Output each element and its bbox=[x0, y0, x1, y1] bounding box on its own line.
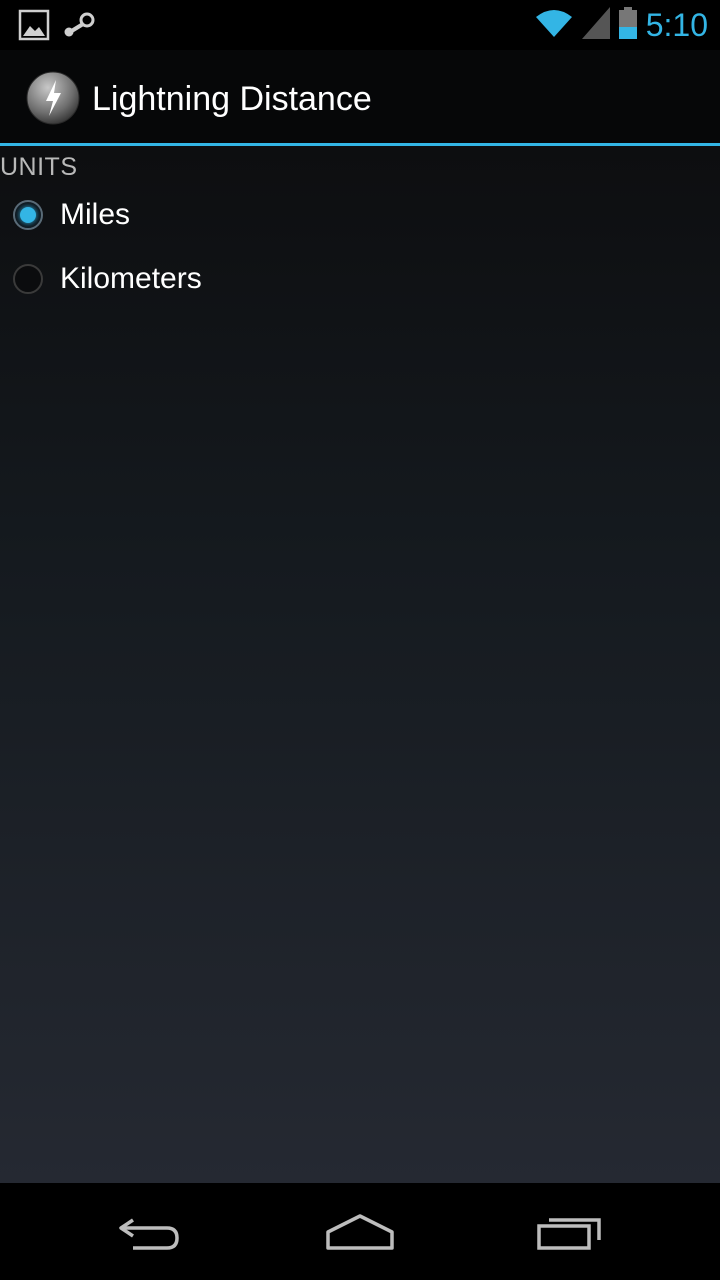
home-button[interactable] bbox=[315, 1209, 405, 1259]
home-icon bbox=[324, 1212, 396, 1257]
gallery-notification-icon bbox=[18, 9, 50, 46]
navigation-bar bbox=[0, 1183, 720, 1280]
radio-label-miles: Miles bbox=[60, 198, 131, 231]
wifi-icon bbox=[534, 7, 574, 44]
lightning-bolt-icon[interactable] bbox=[26, 68, 80, 126]
radio-option-miles[interactable]: Miles bbox=[0, 186, 720, 250]
radio-option-kilometers[interactable]: Kilometers bbox=[0, 250, 720, 314]
radio-label-kilometers: Kilometers bbox=[60, 262, 202, 295]
battery-icon bbox=[618, 6, 638, 44]
signal-icon bbox=[581, 6, 610, 44]
recents-button[interactable] bbox=[525, 1209, 615, 1259]
app-title: Lightning Distance bbox=[92, 80, 372, 118]
back-icon bbox=[117, 1212, 183, 1257]
radio-button-checked[interactable] bbox=[13, 200, 43, 230]
status-bar: 5:10 bbox=[0, 0, 720, 50]
back-button[interactable] bbox=[105, 1209, 195, 1259]
steam-notification-icon bbox=[62, 12, 96, 43]
units-section-header: UNITS bbox=[0, 153, 78, 181]
notification-icons bbox=[18, 9, 96, 46]
action-bar: Lightning Distance bbox=[0, 50, 720, 146]
radio-selected-dot bbox=[20, 207, 36, 223]
recents-icon bbox=[535, 1212, 605, 1257]
status-clock: 5:10 bbox=[645, 7, 708, 43]
preferences-list: UNITS Miles Kilometers bbox=[0, 146, 720, 1183]
radio-button-unchecked[interactable] bbox=[13, 264, 43, 294]
system-icons: 5:10 bbox=[534, 6, 708, 44]
